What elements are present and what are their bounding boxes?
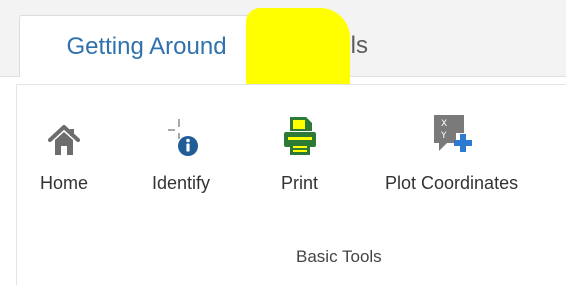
plot-coordinates-button[interactable]: X Y Plot Coordinates <box>385 85 518 194</box>
tab-getting-around-label: Getting Around <box>66 32 227 60</box>
identify-button-label: Identify <box>152 173 211 193</box>
svg-text:Y: Y <box>440 131 447 141</box>
ribbon-group-label: Basic Tools <box>296 247 382 266</box>
printer-icon <box>282 107 318 157</box>
plot-coordinates-button-label: Plot Coordinates <box>385 173 519 193</box>
print-button[interactable]: Print <box>281 85 318 194</box>
home-button-label: Home <box>40 173 89 193</box>
plot-coordinates-icon: X Y <box>431 107 473 157</box>
svg-text:X: X <box>441 119 447 129</box>
ribbon-panel: Home Identify Print X Y Plot Coordinates <box>16 84 566 285</box>
identify-icon <box>162 107 200 157</box>
home-icon <box>47 107 81 157</box>
home-button[interactable]: Home <box>40 85 88 194</box>
tab-getting-around[interactable]: Getting Around <box>19 15 274 77</box>
print-button-label: Print <box>281 173 319 193</box>
identify-button[interactable]: Identify <box>152 85 210 194</box>
